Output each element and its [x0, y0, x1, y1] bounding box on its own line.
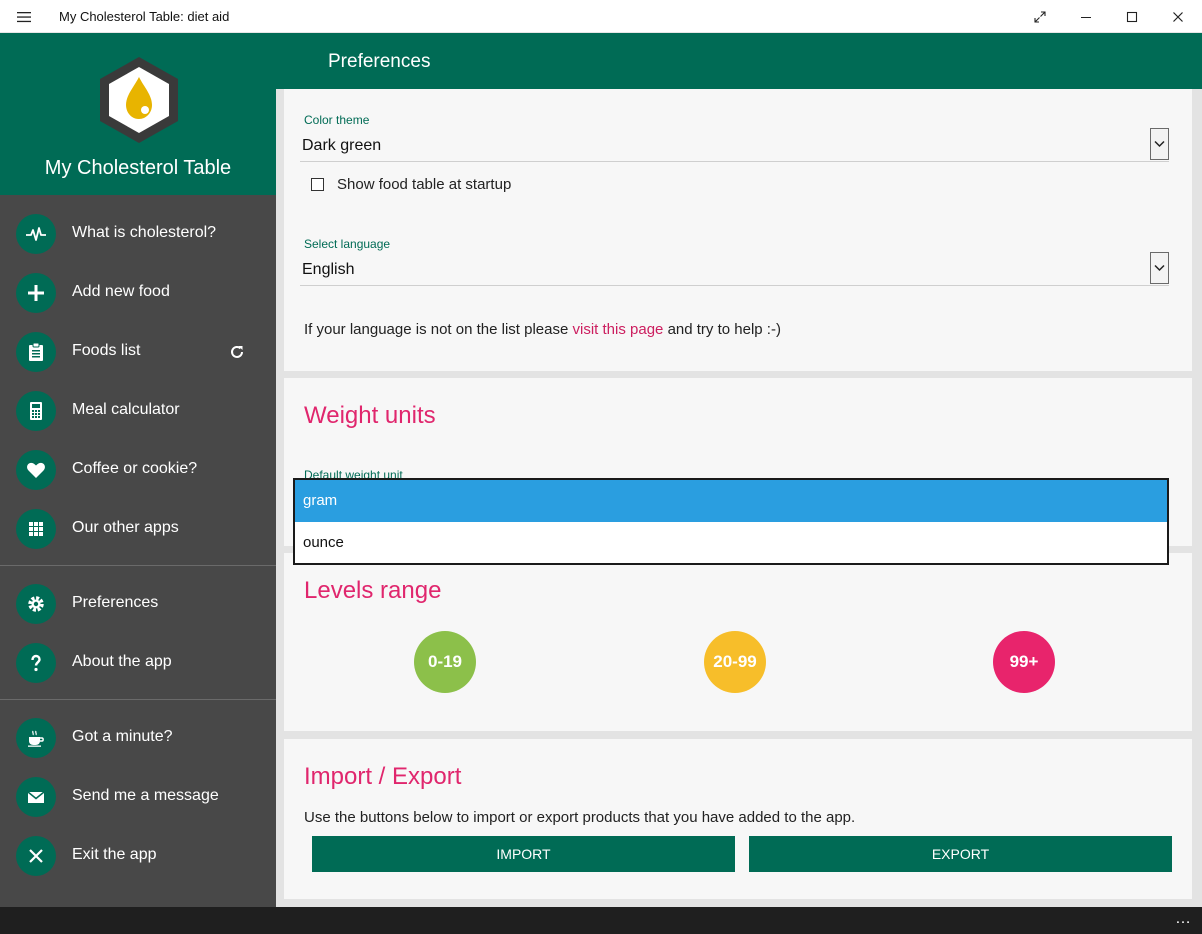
nav-icon-circle: [16, 777, 56, 817]
levels-range-card: Levels range 0-19 20-99 99+: [284, 553, 1193, 731]
color-theme-dropdown-button[interactable]: [1150, 128, 1169, 160]
import-button[interactable]: IMPORT: [312, 836, 735, 872]
sidebar-divider: [0, 565, 276, 566]
sidebar-item-label: What is cholesterol?: [72, 224, 217, 241]
coffee-cup-icon: [28, 730, 44, 747]
sidebar-item-label: Meal calculator: [72, 401, 180, 418]
language-dropdown-button[interactable]: [1150, 252, 1169, 284]
nav-icon-circle: [16, 643, 56, 683]
language-info-prefix: If your language is not on the list plea…: [304, 321, 573, 338]
nav-icon-circle: [16, 450, 56, 490]
level-high-badge: 99+: [993, 631, 1055, 693]
import-export-description: Use the buttons below to import or expor…: [304, 809, 856, 826]
sidebar-header: My Cholesterol Table: [0, 33, 276, 195]
clipboard-icon: [29, 342, 43, 361]
levels-range-title: Levels range: [304, 577, 442, 604]
nav-icon-circle: [16, 391, 56, 431]
language-label: Select language: [304, 237, 391, 251]
sidebar-item-label: Preferences: [72, 594, 159, 611]
grid-icon: [29, 522, 43, 536]
nav-icon-circle: [16, 718, 56, 758]
sidebar: My Cholesterol Table What is cholesterol…: [0, 33, 276, 907]
sidebar-item-exit-the-app[interactable]: Exit the app: [0, 831, 276, 881]
nav-icon-circle: [16, 509, 56, 549]
color-theme-underline: [300, 161, 1169, 162]
refresh-icon[interactable]: [228, 343, 246, 361]
sidebar-item-label: Exit the app: [72, 846, 157, 863]
gear-icon: [28, 596, 44, 612]
weight-option-gram[interactable]: gram: [295, 480, 1167, 522]
heart-icon: [27, 462, 45, 478]
color-theme-label: Color theme: [304, 113, 370, 127]
hamburger-menu-button[interactable]: [10, 6, 38, 28]
sidebar-item-label: Foods list: [72, 342, 141, 359]
page-title: Preferences: [328, 51, 431, 72]
sidebar-item-label: Send me a message: [72, 787, 219, 804]
chevron-down-icon: [1154, 140, 1165, 148]
app-logo-icon: [100, 57, 178, 143]
expand-icon: [1034, 10, 1046, 23]
sidebar-item-label: Our other apps: [72, 519, 179, 536]
fullscreen-button[interactable]: [1017, 0, 1063, 33]
general-settings-card: Color theme Dark green Show food table a…: [284, 89, 1193, 371]
minimize-button[interactable]: [1063, 0, 1109, 33]
envelope-icon: [27, 791, 45, 803]
sidebar-item-label: Got a minute?: [72, 728, 173, 745]
language-info-suffix: and try to help :-): [663, 321, 781, 338]
app-name: My Cholesterol Table: [44, 157, 232, 179]
sidebar-item-preferences[interactable]: Preferences: [0, 579, 276, 629]
sidebar-item-meal-calculator[interactable]: Meal calculator: [0, 386, 276, 436]
hamburger-icon: [17, 12, 31, 23]
plus-icon: [28, 285, 44, 301]
calculator-icon: [30, 402, 42, 420]
sidebar-divider: [0, 699, 276, 700]
weight-unit-dropdown-list[interactable]: gram ounce: [293, 478, 1169, 565]
chevron-down-icon: [1154, 264, 1165, 272]
sidebar-item-what-is-cholesterol[interactable]: What is cholesterol?: [0, 209, 276, 259]
close-icon: [1173, 11, 1183, 22]
import-export-card: Import / Export Use the buttons below to…: [284, 739, 1193, 899]
sidebar-item-about-the-app[interactable]: About the app: [0, 638, 276, 688]
level-low-badge: 0-19: [414, 631, 476, 693]
nav-icon-circle: [16, 836, 56, 876]
title-bar: My Cholesterol Table: diet aid: [0, 0, 1202, 33]
nav-icon-circle: [16, 332, 56, 372]
visit-this-page-link[interactable]: visit this page: [573, 321, 664, 338]
close-icon: [29, 849, 43, 863]
sidebar-item-send-me-a-message[interactable]: Send me a message: [0, 772, 276, 822]
sidebar-item-coffee-or-cookie[interactable]: Coffee or cookie?: [0, 445, 276, 495]
sidebar-item-got-a-minute[interactable]: Got a minute?: [0, 713, 276, 763]
language-info-text: If your language is not on the list plea…: [304, 321, 781, 338]
maximize-icon: [1126, 11, 1138, 22]
content-scrollbar[interactable]: [1192, 89, 1202, 907]
maximize-button[interactable]: [1109, 0, 1155, 33]
sidebar-item-add-new-food[interactable]: Add new food: [0, 268, 276, 318]
color-theme-select[interactable]: Dark green: [302, 137, 381, 155]
sidebar-item-foods-list[interactable]: Foods list: [0, 327, 276, 377]
sidebar-item-our-other-apps[interactable]: Our other apps: [0, 504, 276, 554]
weight-units-title: Weight units: [304, 402, 436, 429]
sidebar-item-label: Coffee or cookie?: [72, 460, 198, 477]
nav-icon-circle: [16, 273, 56, 313]
sidebar-item-label: Add new food: [72, 283, 170, 300]
minimize-icon: [1081, 16, 1091, 18]
question-icon: [31, 654, 41, 672]
weight-option-ounce[interactable]: ounce: [295, 522, 1167, 564]
close-window-button[interactable]: [1155, 0, 1201, 33]
nav-icon-circle: [16, 214, 56, 254]
more-options-button[interactable]: …: [1175, 910, 1192, 928]
show-food-table-label: Show food table at startup: [337, 176, 512, 193]
language-underline: [300, 285, 1169, 286]
language-select[interactable]: English: [302, 261, 354, 279]
window-title: My Cholesterol Table: diet aid: [59, 9, 230, 24]
heartbeat-icon: [26, 227, 46, 241]
nav-icon-circle: [16, 584, 56, 624]
app-bar: …: [0, 907, 1202, 934]
page-header: Preferences: [276, 33, 1202, 89]
export-button[interactable]: EXPORT: [749, 836, 1172, 872]
level-medium-badge: 20-99: [704, 631, 766, 693]
show-food-table-checkbox[interactable]: [311, 178, 324, 191]
sidebar-item-label: About the app: [72, 653, 172, 670]
import-export-title: Import / Export: [304, 763, 462, 790]
